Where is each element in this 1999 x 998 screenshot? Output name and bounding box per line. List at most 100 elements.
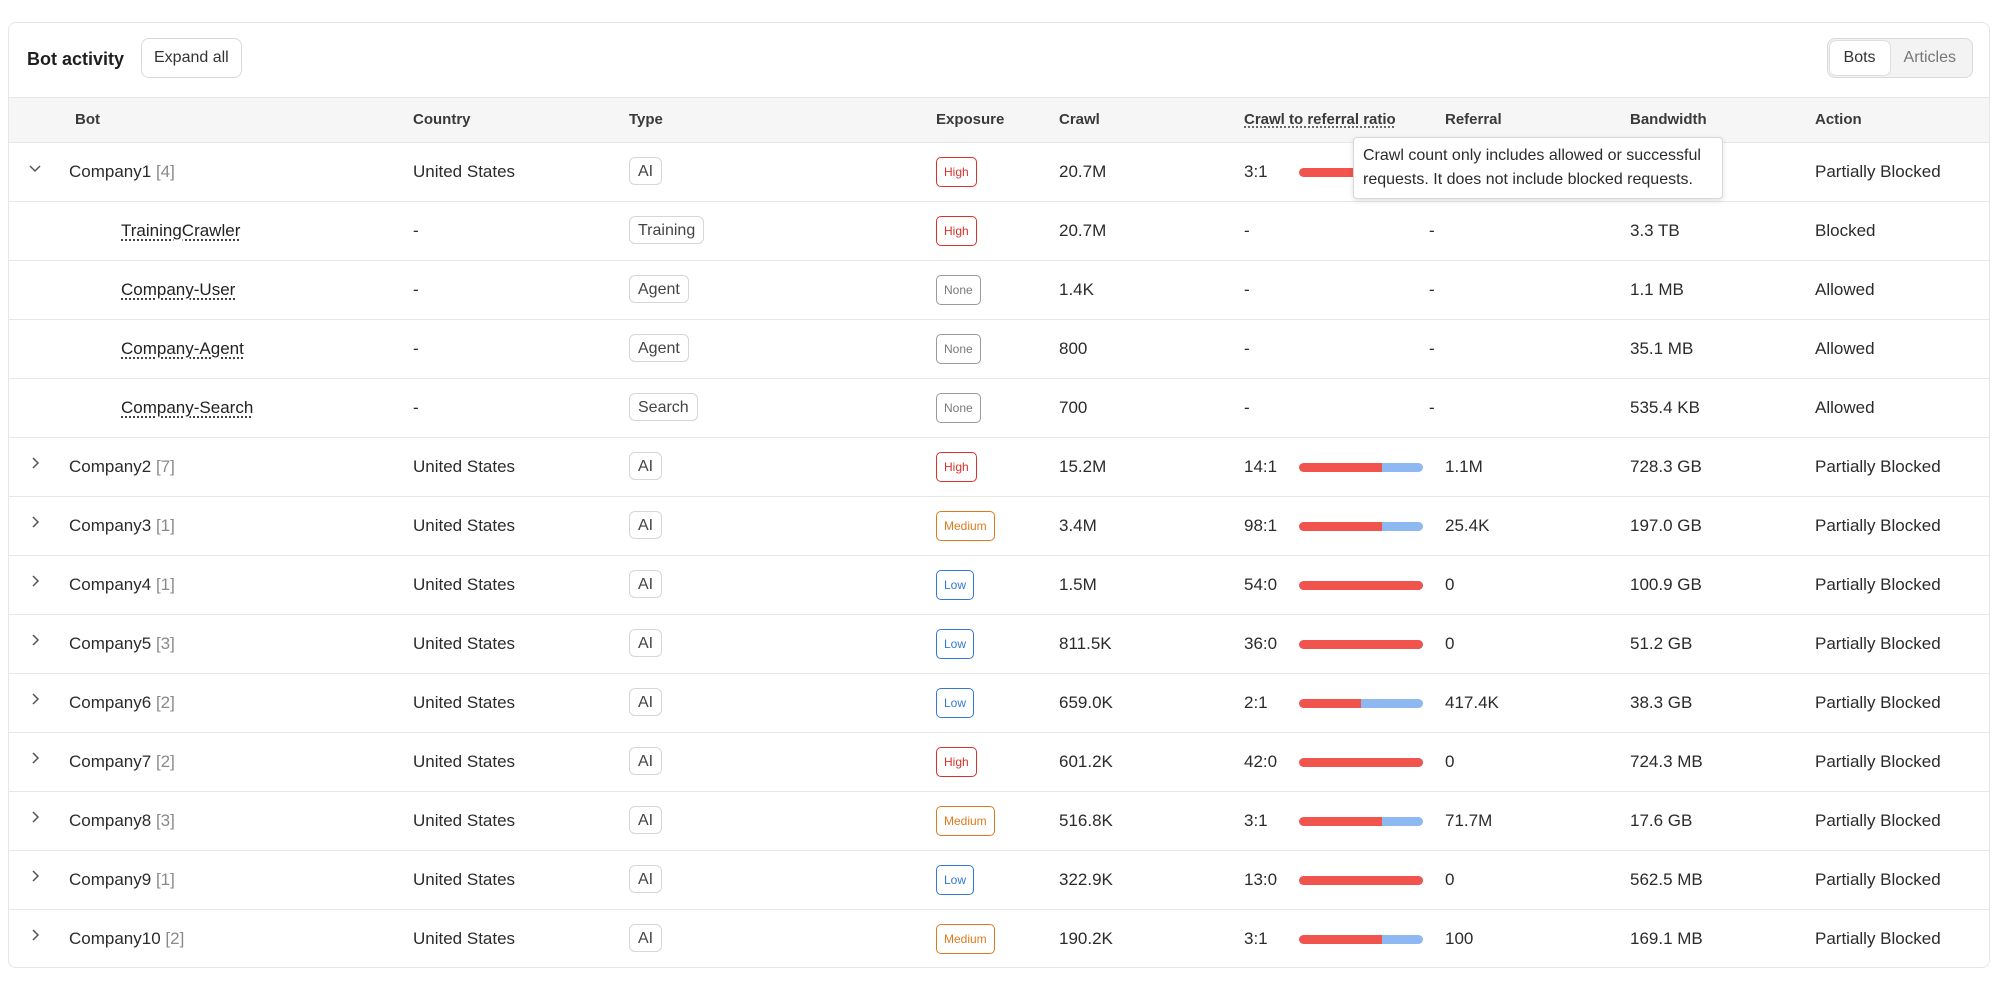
referral-cell: 1.1M <box>1445 457 1483 476</box>
card-header: Bot activity Expand all Bots Articles <box>9 23 1989 97</box>
bot-count: [1] <box>155 575 175 594</box>
col-action[interactable]: Action <box>1815 111 1862 128</box>
expand-all-button[interactable]: Expand all <box>141 38 242 78</box>
crawl-cell: 190.2K <box>1059 929 1113 948</box>
type-badge: Agent <box>629 334 689 362</box>
bandwidth-cell: 35.1 MB <box>1630 339 1694 358</box>
type-badge: Agent <box>629 275 689 303</box>
table-body: Company1 [4] United States AI High 20.7M 3:1 P… <box>9 143 1989 967</box>
table-row[interactable]: Company3 [1] United States AI Medium 3.4M 98:… <box>9 497 1989 556</box>
country-cell: - <box>413 398 419 417</box>
table-row[interactable]: Company8 [3] United States AI Medium 516.8K 3… <box>9 792 1989 851</box>
crawl-cell: 800 <box>1059 339 1088 358</box>
col-bot[interactable]: Bot <box>75 111 100 128</box>
bandwidth-cell: 728.3 GB <box>1630 457 1702 476</box>
country-cell: United States <box>413 870 516 889</box>
view-toggle-articles[interactable]: Articles <box>1890 41 1970 75</box>
chevron-right-icon[interactable] <box>25 751 45 771</box>
crawl-cell: 1.4K <box>1059 280 1094 299</box>
action-cell: Partially Blocked <box>1815 516 1941 535</box>
bot-name: Company5 [3] <box>69 634 175 654</box>
action-cell: Allowed <box>1815 280 1875 299</box>
bot-name: Company1 [4] <box>69 162 175 182</box>
col-bandwidth[interactable]: Bandwidth <box>1630 111 1707 128</box>
country-cell: United States <box>413 516 516 535</box>
table-row[interactable]: Company4 [1] United States AI Low 1.5M 54:0 0 1… <box>9 556 1989 615</box>
exposure-badge: High <box>936 452 977 482</box>
bot-name-label: Company2 <box>69 457 152 476</box>
bandwidth-cell: 562.5 MB <box>1630 870 1703 889</box>
chevron-right-icon[interactable] <box>25 515 45 535</box>
ratio-tooltip: Crawl count only includes allowed or suc… <box>1353 137 1723 199</box>
table-subrow: Company-Search - Search None 700 - - 535.4 KB Al… <box>9 379 1989 438</box>
country-cell: United States <box>413 929 516 948</box>
referral-cell: - <box>1429 398 1435 417</box>
bot-name: Company9 [1] <box>69 870 175 890</box>
view-toggle-bots[interactable]: Bots <box>1829 41 1890 75</box>
ratio-cell: 42:0 <box>1244 752 1278 771</box>
col-referral[interactable]: Referral <box>1445 111 1502 128</box>
exposure-badge: High <box>936 747 977 777</box>
bot-name: Company2 [7] <box>69 457 175 477</box>
referral-cell: 0 <box>1445 634 1455 653</box>
chevron-right-icon[interactable] <box>25 692 45 712</box>
col-crawl-referral-ratio[interactable]: Crawl to referral ratio <box>1244 111 1396 128</box>
bot-name: Company7 [2] <box>69 752 175 772</box>
action-cell: Blocked <box>1815 221 1876 240</box>
bandwidth-cell: 38.3 GB <box>1630 693 1693 712</box>
bandwidth-cell: 51.2 GB <box>1630 634 1693 653</box>
bot-name-label: Company6 <box>69 693 152 712</box>
crawl-cell: 20.7M <box>1059 162 1107 181</box>
exposure-badge: Low <box>936 688 975 718</box>
ratio-cell: 2:1 <box>1244 693 1268 712</box>
type-badge: AI <box>629 806 663 834</box>
country-cell: - <box>413 221 419 240</box>
table-row[interactable]: Company10 [2] United States AI Medium 190.2K… <box>9 910 1989 967</box>
bot-child-name[interactable]: Company-Agent <box>121 339 244 359</box>
chevron-right-icon[interactable] <box>25 456 45 476</box>
chevron-right-icon[interactable] <box>25 869 45 889</box>
referral-cell: 71.7M <box>1445 811 1493 830</box>
col-exposure[interactable]: Exposure <box>936 111 1004 128</box>
table-row[interactable]: Company2 [7] United States AI High 15.2M 14:1… <box>9 438 1989 497</box>
bot-name-label: Company1 <box>69 162 152 181</box>
chevron-right-icon[interactable] <box>25 810 45 830</box>
bot-name: Company3 [1] <box>69 516 175 536</box>
ratio-cell: 36:0 <box>1244 634 1278 653</box>
table-row[interactable]: Company6 [2] United States AI Low 659.0K 2:1 4… <box>9 674 1989 733</box>
type-badge: Training <box>629 216 705 244</box>
ratio-bar-crawl <box>1299 876 1423 885</box>
type-badge: Search <box>629 393 698 421</box>
bot-count: [2] <box>165 929 185 948</box>
ratio-cell: - <box>1244 339 1250 358</box>
referral-cell: - <box>1429 280 1435 299</box>
table-row[interactable]: Company9 [1] United States AI Low 322.9K 13:0… <box>9 851 1989 910</box>
bot-child-name[interactable]: Company-Search <box>121 398 253 418</box>
table-row[interactable]: Company5 [3] United States AI Low 811.5K 36:0… <box>9 615 1989 674</box>
bot-count: [2] <box>155 693 175 712</box>
table-row[interactable]: Company7 [2] United States AI High 601.2K 42:… <box>9 733 1989 792</box>
exposure-badge: None <box>936 393 981 423</box>
ratio-cell: 3:1 <box>1244 811 1268 830</box>
col-type[interactable]: Type <box>629 111 663 128</box>
chevron-right-icon[interactable] <box>25 928 45 948</box>
chevron-right-icon[interactable] <box>25 633 45 653</box>
action-cell: Allowed <box>1815 339 1875 358</box>
ratio-bar <box>1299 640 1423 649</box>
col-country[interactable]: Country <box>413 111 471 128</box>
action-cell: Allowed <box>1815 398 1875 417</box>
bot-name: Company6 [2] <box>69 693 175 713</box>
chevron-right-icon[interactable] <box>25 574 45 594</box>
ratio-bar <box>1299 876 1423 885</box>
ratio-bar-crawl <box>1299 817 1383 826</box>
type-badge: AI <box>629 570 663 598</box>
crawl-cell: 3.4M <box>1059 516 1097 535</box>
col-crawl[interactable]: Crawl <box>1059 111 1100 128</box>
exposure-badge: Medium <box>936 511 995 541</box>
referral-cell: 0 <box>1445 575 1455 594</box>
exposure-badge: High <box>936 157 977 187</box>
bot-child-name[interactable]: Company-User <box>121 280 235 300</box>
bot-child-name[interactable]: TrainingCrawler <box>121 221 240 241</box>
country-cell: United States <box>413 162 516 181</box>
chevron-down-icon[interactable] <box>25 161 45 181</box>
